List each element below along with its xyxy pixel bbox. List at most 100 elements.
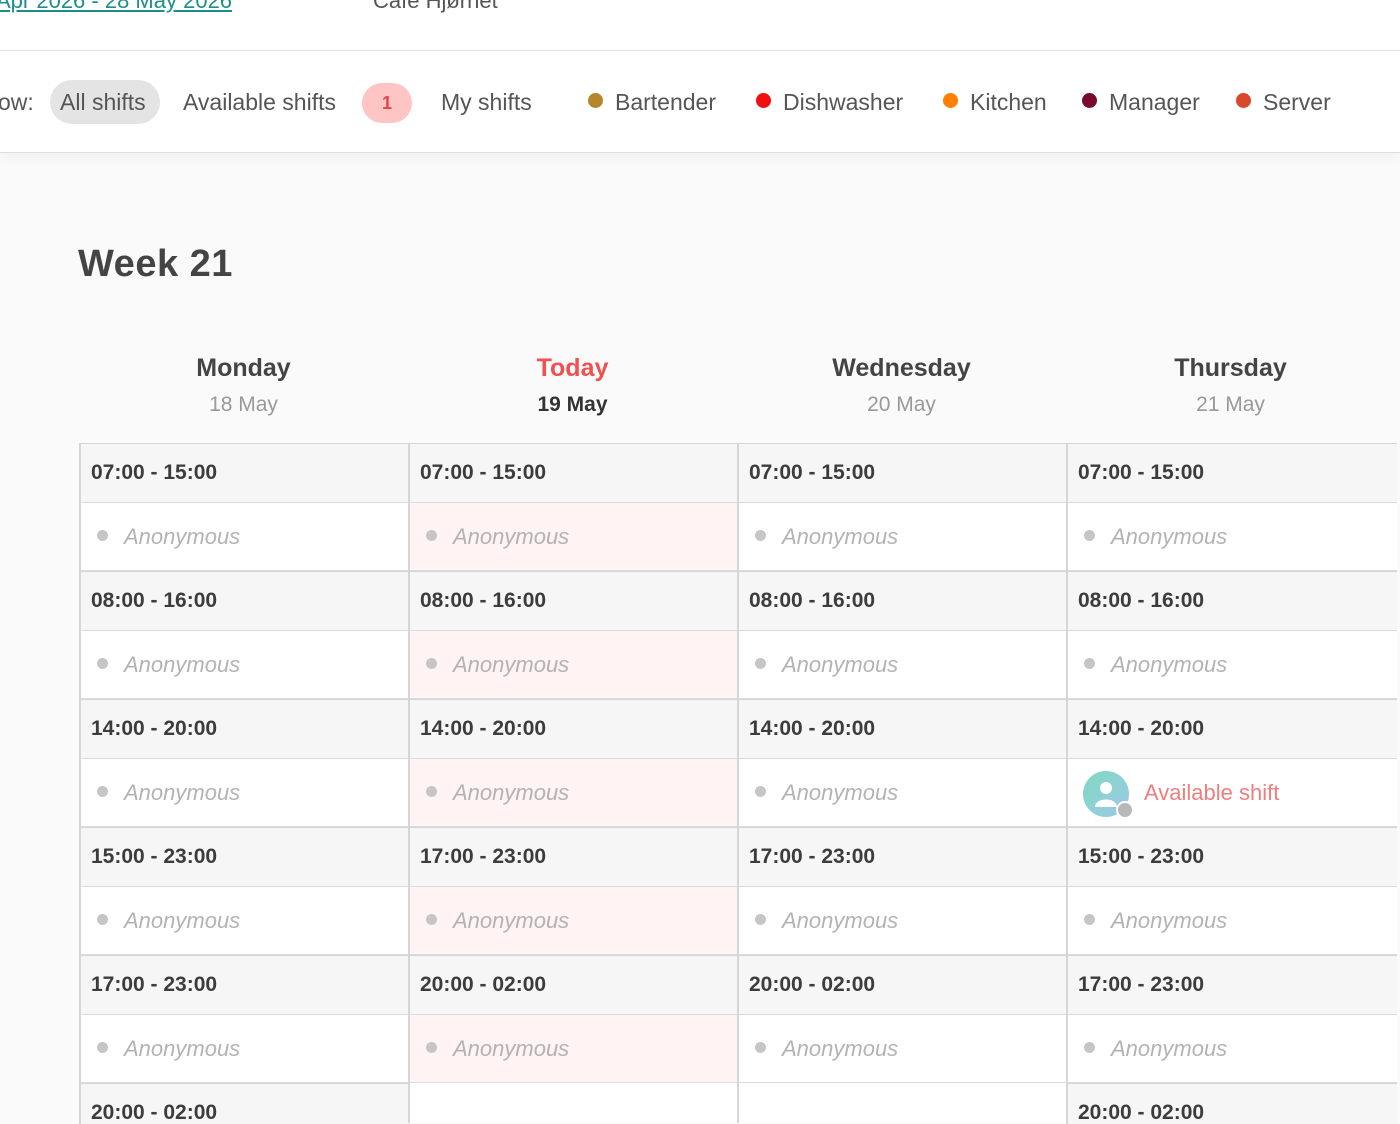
shift-slot[interactable]: Anonymous (81, 631, 410, 699)
shift-time: 15:00 - 23:00 (81, 827, 410, 887)
legend-label: Manager (1109, 89, 1200, 115)
shift-person: Anonymous (782, 908, 899, 933)
status-dot-icon (426, 530, 437, 541)
legend-item-manager[interactable]: Manager (1082, 89, 1200, 116)
shift-slot[interactable]: Anonymous (1068, 887, 1397, 955)
status-dot-icon (426, 1042, 437, 1053)
shift-slot[interactable]: Anonymous (739, 1015, 1068, 1083)
shift-slot[interactable]: Anonymous (410, 759, 739, 827)
shift-time: 17:00 - 23:00 (1068, 955, 1397, 1015)
status-dot-icon (97, 786, 108, 797)
shift-slot[interactable]: Anonymous (739, 887, 1068, 955)
role-dot-icon (588, 93, 603, 108)
shift-time: 17:00 - 23:00 (410, 827, 739, 887)
shift-person: Anonymous (453, 780, 570, 805)
shift-time: 20:00 - 02:00 (81, 1083, 410, 1124)
legend-item-server[interactable]: Server (1236, 89, 1331, 116)
status-dot-icon (426, 658, 437, 669)
shift-person: Anonymous (1111, 652, 1228, 677)
day-name: Today (536, 354, 609, 382)
day-date: 21 May (1196, 393, 1265, 416)
status-dot-icon (755, 658, 766, 669)
legend-item-bartender[interactable]: Bartender (588, 89, 716, 116)
avatar (1083, 771, 1134, 820)
period-link[interactable]: Apr 2026 - 28 May 2026 (0, 0, 232, 14)
day-header: Today 19 May (408, 354, 737, 417)
day-column: 07:00 - 15:00 Anonymous 08:00 - 16:00 Anony… (408, 443, 739, 1123)
shift-slot[interactable]: Anonymous (81, 759, 410, 827)
status-dot-icon (755, 786, 766, 797)
day-date: 19 May (537, 393, 608, 416)
role-dot-icon (1082, 93, 1097, 108)
filter-all-shifts[interactable]: All shifts (50, 80, 160, 124)
shift-person: Anonymous (124, 1036, 241, 1061)
shift-slot[interactable]: Anonymous (410, 631, 739, 699)
shift-person: Anonymous (1111, 524, 1228, 549)
shift-slot[interactable]: Anonymous (1068, 503, 1397, 571)
shift-time: 20:00 - 02:00 (739, 955, 1068, 1015)
shift-time: 17:00 - 23:00 (81, 955, 410, 1015)
shift-time: 08:00 - 16:00 (739, 571, 1068, 631)
legend-item-dishwasher[interactable]: Dishwasher (756, 89, 903, 116)
status-dot-icon (426, 914, 437, 925)
legend-label: Dishwasher (783, 89, 904, 115)
shift-slot[interactable]: Anonymous (410, 503, 739, 571)
shift-time: 14:00 - 20:00 (1068, 699, 1397, 759)
filter-bar: ow: All shifts Available shifts 1 My shi… (0, 51, 1400, 153)
shift-time: 07:00 - 15:00 (81, 443, 410, 503)
shift-slot[interactable]: Anonymous (1068, 631, 1397, 699)
filter-available-shifts[interactable]: Available shifts (183, 80, 336, 124)
shift-slot[interactable]: Anonymous (739, 759, 1068, 827)
status-dot-icon (97, 1042, 108, 1053)
week-title: Week 21 (78, 243, 233, 285)
shift-person: Anonymous (453, 908, 570, 933)
shift-time: 08:00 - 16:00 (410, 571, 739, 631)
empty-cell (410, 1083, 739, 1123)
shift-person: Anonymous (453, 524, 570, 549)
shift-time: 08:00 - 16:00 (1068, 571, 1397, 631)
shift-person: Anonymous (453, 652, 570, 677)
role-dot-icon (756, 93, 771, 108)
status-dot-icon (755, 1042, 766, 1053)
shift-person: Anonymous (782, 524, 899, 549)
day-column: 07:00 - 15:00 Anonymous 08:00 - 16:00 Anony… (79, 443, 410, 1124)
shift-time: 07:00 - 15:00 (739, 443, 1068, 503)
day-header: Monday 18 May (79, 354, 408, 417)
user-icon (1095, 782, 1117, 808)
day-date: 18 May (209, 393, 278, 416)
status-dot-icon (426, 786, 437, 797)
legend-label: Bartender (615, 89, 717, 115)
available-shift-slot[interactable]: Available shift (1068, 759, 1397, 827)
shift-slot[interactable]: Anonymous (739, 631, 1068, 699)
shift-time: 20:00 - 02:00 (1068, 1083, 1397, 1124)
shift-time: 08:00 - 16:00 (81, 571, 410, 631)
shift-slot[interactable]: Anonymous (81, 887, 410, 955)
day-date: 20 May (867, 393, 936, 416)
legend-label: Server (1263, 89, 1331, 115)
shift-person: Anonymous (1111, 1036, 1228, 1061)
status-dot-icon (97, 914, 108, 925)
shift-time: 14:00 - 20:00 (81, 699, 410, 759)
shift-slot[interactable]: Anonymous (410, 887, 739, 955)
shift-slot[interactable]: Anonymous (81, 1015, 410, 1083)
shift-slot[interactable]: Anonymous (739, 503, 1068, 571)
status-dot-icon (1116, 801, 1134, 820)
shift-person: Anonymous (453, 1036, 570, 1061)
shift-person: Anonymous (782, 652, 899, 677)
shift-slot[interactable]: Anonymous (81, 503, 410, 571)
shift-person: Anonymous (124, 652, 241, 677)
shift-slot[interactable]: Anonymous (1068, 1015, 1397, 1083)
shift-person: Anonymous (782, 780, 899, 805)
status-dot-icon (1084, 530, 1095, 541)
show-label: ow: (0, 89, 34, 115)
shift-time: 17:00 - 23:00 (739, 827, 1068, 887)
legend-item-kitchen[interactable]: Kitchen (943, 89, 1047, 116)
day-name: Thursday (1174, 354, 1287, 382)
status-dot-icon (97, 658, 108, 669)
empty-cell (739, 1083, 1068, 1123)
shift-person: Anonymous (124, 524, 241, 549)
shift-time: 07:00 - 15:00 (410, 443, 739, 503)
filter-my-shifts[interactable]: My shifts (441, 80, 532, 124)
shift-slot[interactable]: Anonymous (410, 1015, 739, 1083)
status-dot-icon (1084, 658, 1095, 669)
